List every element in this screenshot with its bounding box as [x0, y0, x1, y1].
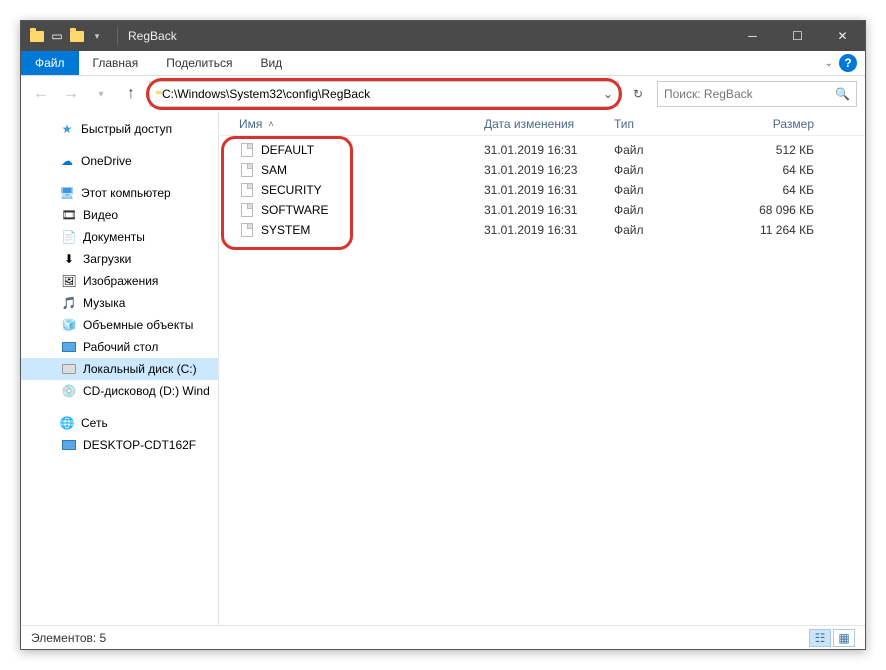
sidebar-pictures[interactable]: 🖼Изображения — [21, 270, 218, 292]
sidebar-this-pc[interactable]: 🖥Этот компьютер — [21, 182, 218, 204]
forward-button[interactable]: → — [59, 82, 83, 106]
drive-icon — [61, 361, 77, 377]
view-icons-button[interactable]: ▦ — [833, 629, 855, 647]
column-date[interactable]: Дата изменения — [484, 117, 614, 131]
column-size[interactable]: Размер — [714, 117, 834, 131]
toolbar-dropdown-icon[interactable]: ▾ — [89, 28, 105, 44]
quick-access-toolbar: ▭ ▾ — [21, 28, 113, 44]
file-icon — [239, 142, 255, 158]
video-icon: 🎞 — [61, 207, 77, 223]
sidebar-downloads[interactable]: ⬇Загрузки — [21, 248, 218, 270]
refresh-button[interactable]: ↻ — [625, 81, 651, 107]
item-count: Элементов: 5 — [31, 631, 106, 645]
sidebar-desktop[interactable]: Рабочий стол — [21, 336, 218, 358]
file-icon — [239, 222, 255, 238]
titlebar: ▭ ▾ RegBack ─ ☐ ✕ — [21, 21, 865, 51]
download-icon: ⬇ — [61, 251, 77, 267]
status-bar: Элементов: 5 ☷ ▦ — [21, 625, 865, 649]
pc-icon: 🖥 — [59, 185, 75, 201]
sidebar-network-computer[interactable]: DESKTOP-CDT162F — [21, 434, 218, 456]
address-text[interactable]: C:\Windows\System32\config\RegBack — [162, 87, 598, 101]
sort-asc-icon: ˄ — [268, 119, 273, 129]
computer-icon — [61, 437, 77, 453]
column-type[interactable]: Тип — [614, 117, 714, 131]
search-icon[interactable]: 🔍 — [835, 87, 850, 101]
sidebar-videos[interactable]: 🎞Видео — [21, 204, 218, 226]
expand-ribbon-icon[interactable]: ⌄ — [825, 58, 833, 69]
sidebar-cd-drive-d[interactable]: 💿CD-дисковод (D:) Wind — [21, 380, 218, 402]
file-row[interactable]: SYSTEM 31.01.2019 16:31 Файл 11 264 КБ — [239, 220, 865, 240]
cube-icon: 🧊 — [61, 317, 77, 333]
star-icon: ★ — [59, 121, 75, 137]
file-list: DEFAULT 31.01.2019 16:31 Файл 512 КБ SAM… — [219, 136, 865, 244]
file-row[interactable]: SAM 31.01.2019 16:23 Файл 64 КБ — [239, 160, 865, 180]
desktop-icon — [61, 339, 77, 355]
file-menu[interactable]: Файл — [21, 51, 79, 75]
network-icon: 🌐 — [59, 415, 75, 431]
properties-icon[interactable]: ▭ — [49, 28, 65, 44]
address-dropdown-icon[interactable]: ⌄ — [598, 87, 618, 101]
cloud-icon: ☁ — [59, 153, 75, 169]
back-button[interactable]: ← — [29, 82, 53, 106]
sidebar-music[interactable]: 🎵Музыка — [21, 292, 218, 314]
tab-home[interactable]: Главная — [79, 51, 153, 75]
tab-view[interactable]: Вид — [246, 51, 296, 75]
sidebar-3d-objects[interactable]: 🧊Объемные объекты — [21, 314, 218, 336]
disc-icon: 💿 — [61, 383, 77, 399]
minimize-button[interactable]: ─ — [730, 21, 775, 51]
close-button[interactable]: ✕ — [820, 21, 865, 51]
view-details-button[interactable]: ☷ — [809, 629, 831, 647]
tab-share[interactable]: Поделиться — [152, 51, 246, 75]
column-headers: Имя ˄ Дата изменения Тип Размер — [219, 112, 865, 136]
sidebar-documents[interactable]: 📄Документы — [21, 226, 218, 248]
search-box[interactable]: 🔍 — [657, 81, 857, 107]
new-folder-icon[interactable] — [69, 28, 85, 44]
file-icon — [239, 182, 255, 198]
file-row[interactable]: DEFAULT 31.01.2019 16:31 Файл 512 КБ — [239, 140, 865, 160]
document-icon: 📄 — [61, 229, 77, 245]
maximize-button[interactable]: ☐ — [775, 21, 820, 51]
ribbon: Файл Главная Поделиться Вид ⌄ ? — [21, 51, 865, 76]
file-icon — [239, 202, 255, 218]
sidebar-onedrive[interactable]: ☁OneDrive — [21, 150, 218, 172]
pictures-icon: 🖼 — [61, 273, 77, 289]
up-button[interactable]: ↑ — [119, 82, 143, 106]
address-bar[interactable]: C:\Windows\System32\config\RegBack ⌄ — [149, 81, 619, 107]
window-title: RegBack — [122, 29, 177, 43]
sidebar-local-disk-c[interactable]: Локальный диск (C:) — [21, 358, 218, 380]
file-list-pane: Имя ˄ Дата изменения Тип Размер DEFAULT … — [219, 112, 865, 625]
sidebar-network[interactable]: 🌐Сеть — [21, 412, 218, 434]
recent-dropdown-icon[interactable]: ▾ — [89, 82, 113, 106]
navigation-pane: ★Быстрый доступ ☁OneDrive 🖥Этот компьюте… — [21, 112, 219, 625]
explorer-window: ▭ ▾ RegBack ─ ☐ ✕ Файл Главная Поделитьс… — [20, 20, 866, 650]
navigation-bar: ← → ▾ ↑ C:\Windows\System32\config\RegBa… — [21, 76, 865, 112]
file-row[interactable]: SECURITY 31.01.2019 16:31 Файл 64 КБ — [239, 180, 865, 200]
help-button[interactable]: ? — [839, 54, 857, 72]
file-row[interactable]: SOFTWARE 31.01.2019 16:31 Файл 68 096 КБ — [239, 200, 865, 220]
column-name[interactable]: Имя ˄ — [239, 117, 484, 131]
file-icon — [239, 162, 255, 178]
sidebar-quick-access[interactable]: ★Быстрый доступ — [21, 118, 218, 140]
folder-icon — [29, 28, 45, 44]
music-icon: 🎵 — [61, 295, 77, 311]
search-input[interactable] — [664, 87, 835, 101]
